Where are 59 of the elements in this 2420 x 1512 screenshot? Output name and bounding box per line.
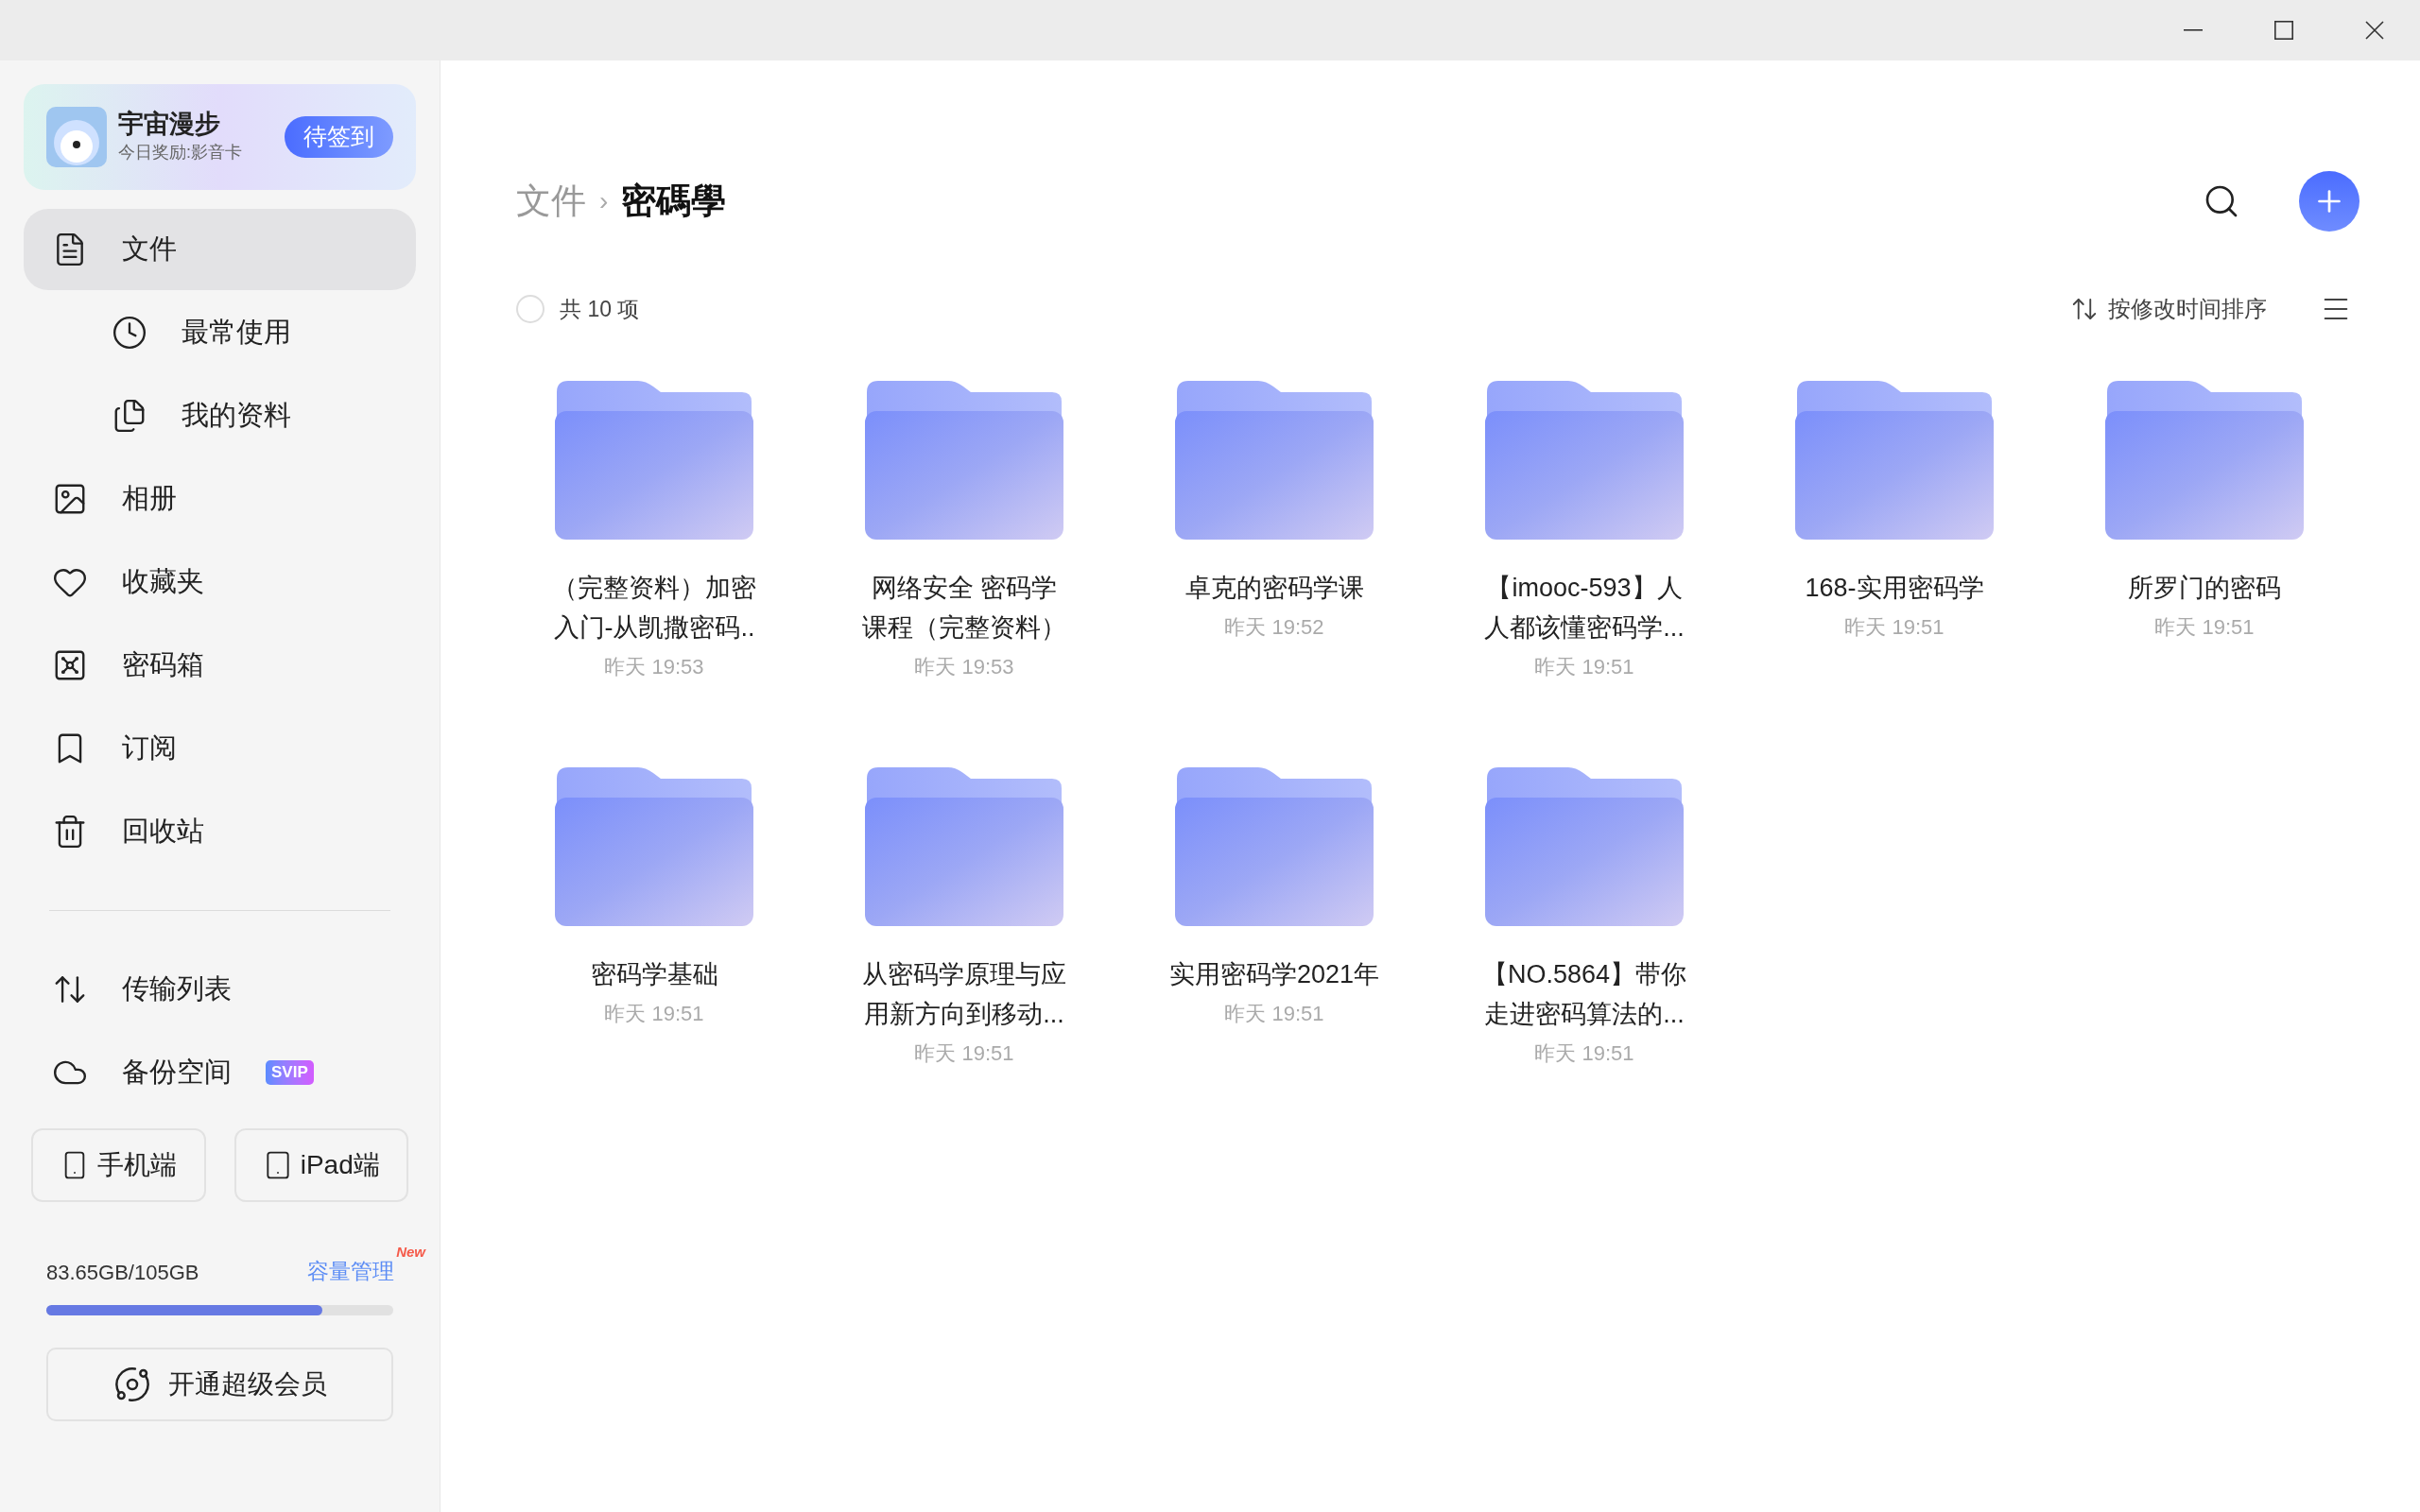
modified-time: 昨天 19:53	[914, 654, 1014, 680]
folder-icon	[1485, 381, 1684, 540]
modified-time: 昨天 19:51	[914, 1040, 1014, 1067]
sidebar-item[interactable]: 回收站	[24, 791, 416, 872]
select-all-checkbox[interactable]	[516, 295, 544, 323]
folder-name[interactable]: 卓克的密码学课	[1184, 568, 1364, 608]
modified-time: 昨天 19:51	[1534, 654, 1634, 680]
folder-name[interactable]: 网络安全 密码学 课程（完整资料）	[862, 568, 1066, 647]
profile-name: 宇宙漫步	[118, 108, 221, 140]
sort-button[interactable]: 按修改时间排序	[2070, 292, 2267, 326]
folder-icon	[555, 767, 753, 926]
member-button[interactable]: 开通超级会员	[46, 1347, 393, 1421]
item-count: 共 10 项	[560, 295, 640, 323]
sidebar-item[interactable]: 最常使用	[24, 292, 416, 373]
sidebar-item[interactable]: 传输列表	[24, 949, 416, 1030]
folder-icon	[1175, 381, 1374, 540]
sidebar-item[interactable]: 文件	[24, 209, 416, 290]
sidebar-item[interactable]: 订阅	[24, 708, 416, 789]
folder-name[interactable]: 密码学基础	[590, 954, 718, 994]
modified-time: 昨天 19:53	[604, 654, 704, 680]
modified-time: 昨天 19:51	[1844, 614, 1945, 641]
folder-name[interactable]: 所罗门的密码	[2128, 568, 2281, 608]
folder-icon	[1795, 381, 1994, 540]
device-button[interactable]: 手机端	[31, 1128, 206, 1202]
svip-badge: SVIP	[266, 1060, 314, 1085]
folder-name[interactable]: 实用密码学2021年	[1168, 954, 1380, 994]
sidebar-item[interactable]: 收藏夹	[24, 541, 416, 623]
close-icon	[2365, 21, 2384, 40]
breadcrumb-separator: ›	[599, 185, 609, 217]
folder-title: 密碼學	[621, 180, 727, 223]
storage-usage: 83.65GB/105GB	[46, 1259, 199, 1286]
sidebar-item[interactable]: 备份空间 SVIP	[24, 1032, 416, 1113]
modified-time: 昨天 19:51	[1224, 1001, 1324, 1027]
folder-icon	[2105, 381, 2304, 540]
modified-time: 昨天 19:52	[1224, 614, 1324, 641]
folder-name[interactable]: 从密码学原理与应 用新方向到移动...	[862, 954, 1066, 1034]
maximize-icon	[2274, 21, 2293, 40]
clock-icon	[112, 315, 147, 351]
reward-text: 今日奖励:影音卡	[118, 142, 242, 164]
minimize-icon	[2184, 29, 2203, 31]
planet-icon	[112, 1365, 151, 1403]
folder-name[interactable]: 【NO.5864】带你 走进密码算法的...	[1481, 954, 1687, 1034]
folder-name[interactable]: （完整资料）加密 入门-从凯撒密码..	[552, 568, 756, 647]
avatar-icon	[46, 107, 107, 167]
folder-icon	[1485, 767, 1684, 926]
folder-icon	[865, 767, 1063, 926]
folder-icon	[555, 381, 753, 540]
folder-icon	[1175, 767, 1374, 926]
sidebar-item[interactable]: 密码箱	[24, 625, 416, 706]
device-button[interactable]: iPad端	[233, 1128, 408, 1202]
sidebar-item[interactable]: 相册	[24, 458, 416, 540]
folder-name[interactable]: 168-实用密码学	[1805, 568, 1984, 608]
modified-time: 昨天 19:51	[604, 1001, 704, 1027]
folder-name[interactable]: 【imooc-593】人 人都该懂密码学...	[1484, 568, 1685, 647]
modified-time: 昨天 19:51	[2154, 614, 2255, 641]
sidebar-item[interactable]: 我的资料	[24, 375, 416, 456]
modified-time: 昨天 19:51	[1534, 1040, 1634, 1067]
folder-icon	[865, 381, 1063, 540]
new-tag: New	[396, 1242, 425, 1263]
